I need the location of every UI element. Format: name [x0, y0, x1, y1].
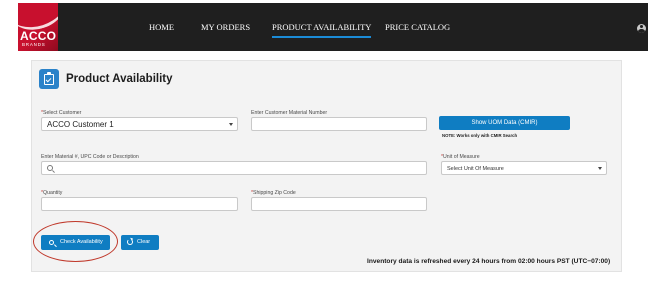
chevron-down-icon	[598, 167, 602, 170]
select-customer-label: *Select Customer	[41, 110, 82, 116]
acco-brands-logo[interactable]: ACCO BRANDS	[18, 3, 58, 51]
material-search-label: Enter Material #, UPC Code or Descriptio…	[41, 154, 139, 160]
logo-subtitle: BRANDS	[22, 42, 46, 47]
nav-item-my-orders[interactable]: MY ORDERS	[201, 22, 250, 32]
show-uom-data-button[interactable]: Show UOM Data (CMIR)	[439, 116, 570, 130]
uom-note: NOTE: Works only with CMIR Search	[442, 133, 518, 138]
unit-of-measure-value: Select Unit Of Measure	[447, 165, 504, 172]
quantity-input[interactable]	[41, 197, 238, 211]
unit-of-measure-label: *Unit of Measure	[441, 154, 480, 160]
user-avatar-icon[interactable]	[637, 24, 646, 33]
inventory-refresh-note: Inventory data is refreshed every 24 hou…	[367, 258, 611, 265]
page-title: Product Availability	[66, 73, 173, 85]
customer-material-input[interactable]	[251, 117, 427, 131]
quantity-label: *Quantity	[41, 190, 63, 196]
select-customer-dropdown[interactable]: ACCO Customer 1	[41, 117, 238, 131]
nav-item-home[interactable]: HOME	[149, 22, 174, 32]
select-customer-value: ACCO Customer 1	[47, 120, 114, 129]
shipping-zip-label: *Shipping Zip Code	[251, 190, 296, 196]
search-icon	[47, 165, 53, 171]
nav-item-price-catalog[interactable]: PRICE CATALOG	[385, 22, 450, 32]
unit-of-measure-dropdown[interactable]: Select Unit Of Measure	[441, 161, 607, 175]
search-icon	[49, 240, 54, 245]
clear-label: Clear	[137, 239, 151, 245]
top-nav-bar: ACCO BRANDS HOME MY ORDERS PRODUCT AVAIL…	[18, 3, 648, 51]
check-availability-label: Check Availability	[60, 239, 103, 245]
clear-button[interactable]: Clear	[121, 235, 159, 250]
material-search-input[interactable]	[41, 161, 427, 175]
refresh-icon	[127, 239, 133, 245]
chevron-down-icon	[229, 123, 233, 126]
nav-item-product-availability[interactable]: PRODUCT AVAILABILITY	[272, 22, 372, 38]
clipboard-check-icon	[39, 69, 59, 89]
check-availability-button[interactable]: Check Availability	[41, 235, 110, 250]
shipping-zip-input[interactable]	[251, 197, 427, 211]
logo-name: ACCO	[20, 29, 57, 43]
customer-material-label: Enter Customer Material Number	[251, 110, 328, 116]
